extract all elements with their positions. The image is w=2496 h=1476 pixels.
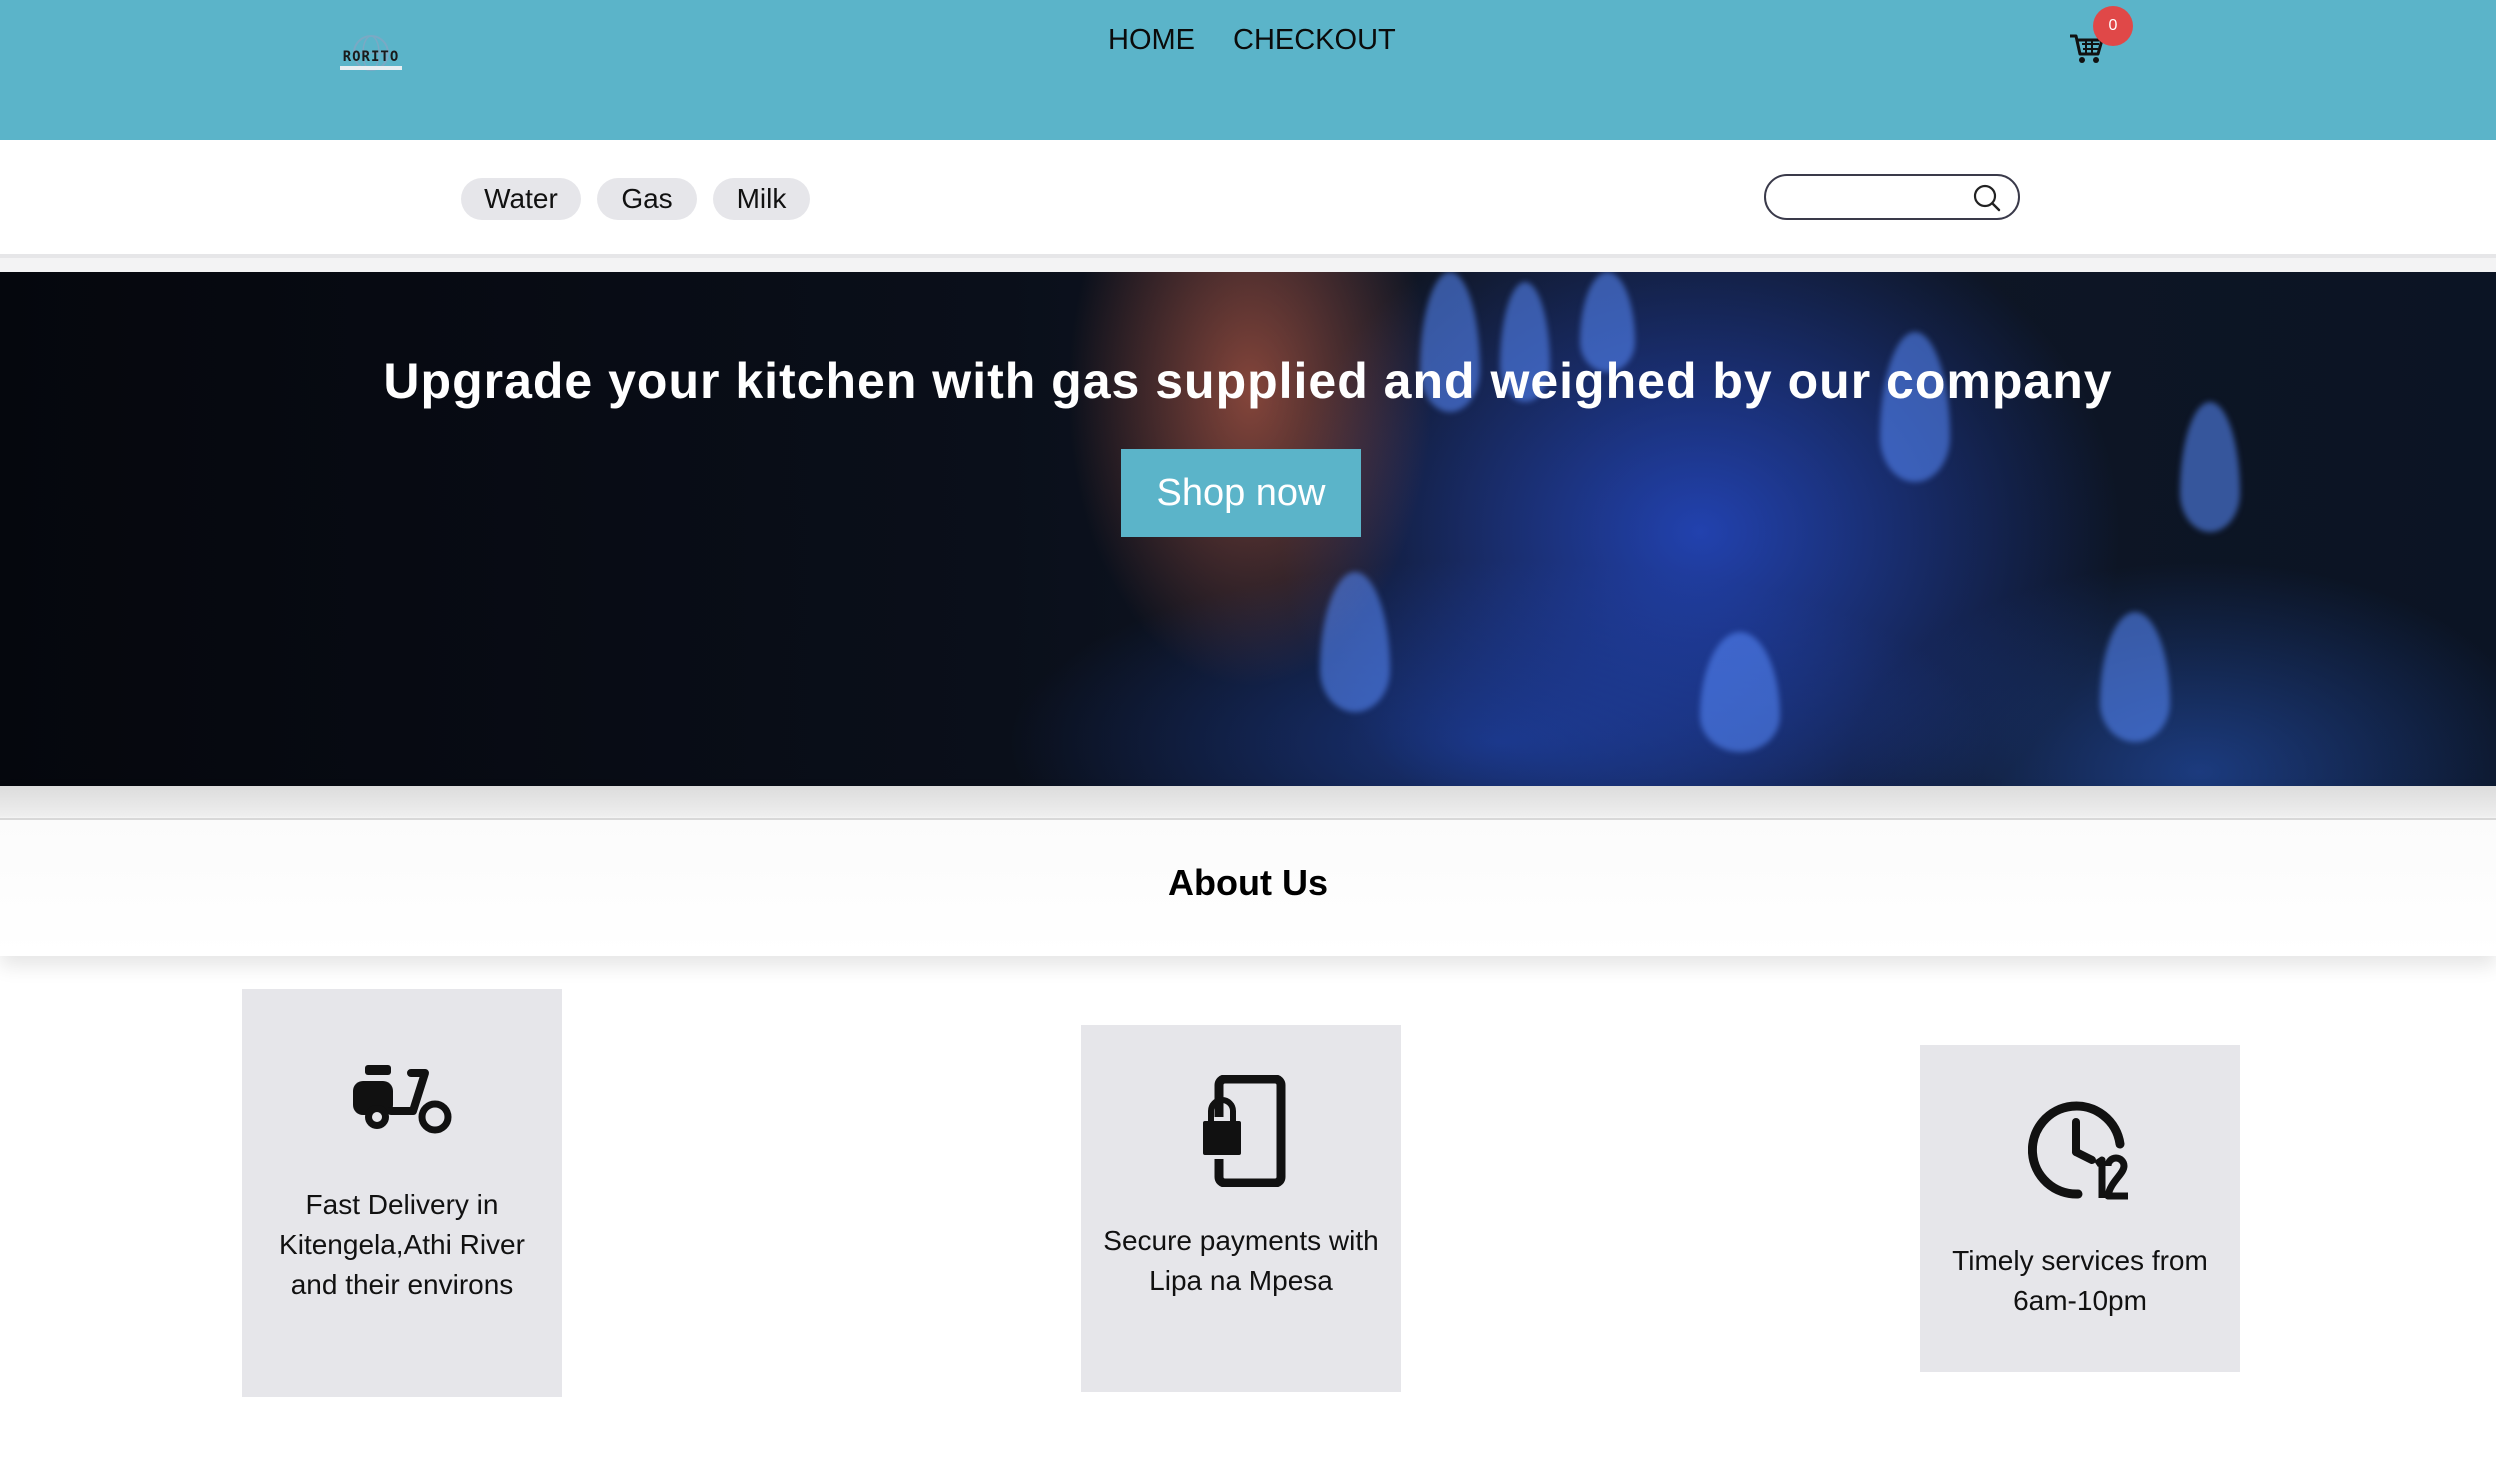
feature-card-payments: Secure payments with Lipa na Mpesa xyxy=(1081,1025,1401,1392)
about-title: About Us xyxy=(1168,862,1328,903)
cart-count-badge: 0 xyxy=(2093,6,2133,46)
phone-lock-icon xyxy=(1199,1075,1286,1187)
category-gas-pill[interactable]: Gas xyxy=(597,178,697,220)
feature-delivery-text: Fast Delivery in Kitengela,Athi River an… xyxy=(279,1189,525,1300)
category-water-pill[interactable]: Water xyxy=(461,178,581,220)
flame-shape xyxy=(2180,402,2240,532)
category-milk-pill[interactable]: Milk xyxy=(713,178,810,220)
logo-text: RORITO xyxy=(342,49,400,65)
category-bar: Water Gas Milk xyxy=(0,140,2496,258)
site-logo[interactable]: RORITO xyxy=(336,30,406,76)
search-input[interactable] xyxy=(1784,182,1968,214)
nav-checkout-link[interactable]: CHECKOUT xyxy=(1233,24,1396,57)
flame-shape xyxy=(1320,572,1390,712)
about-section-header: About Us xyxy=(0,786,2496,956)
feature-card-delivery: Fast Delivery in Kitengela,Athi River an… xyxy=(242,989,562,1397)
divider-line xyxy=(0,818,2496,820)
search-box xyxy=(1764,174,2020,220)
main-nav: HOME CHECKOUT xyxy=(1108,24,1396,57)
shop-now-button[interactable]: Shop now xyxy=(1121,449,1361,537)
top-navbar: RORITO HOME CHECKOUT 0 xyxy=(0,0,2496,140)
hero-banner: Upgrade your kitchen with gas supplied a… xyxy=(0,272,2496,786)
flame-shape xyxy=(2100,612,2170,742)
feature-timely-text: Timely services from 6am-10pm xyxy=(1952,1245,2208,1316)
scooter-icon xyxy=(353,1065,452,1134)
feature-payments-text: Secure payments with Lipa na Mpesa xyxy=(1103,1225,1379,1296)
feature-card-timely: Timely services from 6am-10pm xyxy=(1920,1045,2240,1372)
hero-title: Upgrade your kitchen with gas supplied a… xyxy=(383,353,2113,409)
section-divider xyxy=(0,258,2496,272)
search-icon[interactable] xyxy=(1972,183,2002,213)
clock-12-icon xyxy=(2028,1101,2128,1200)
flame-shape xyxy=(1700,632,1780,752)
nav-home-link[interactable]: HOME xyxy=(1108,24,1195,57)
